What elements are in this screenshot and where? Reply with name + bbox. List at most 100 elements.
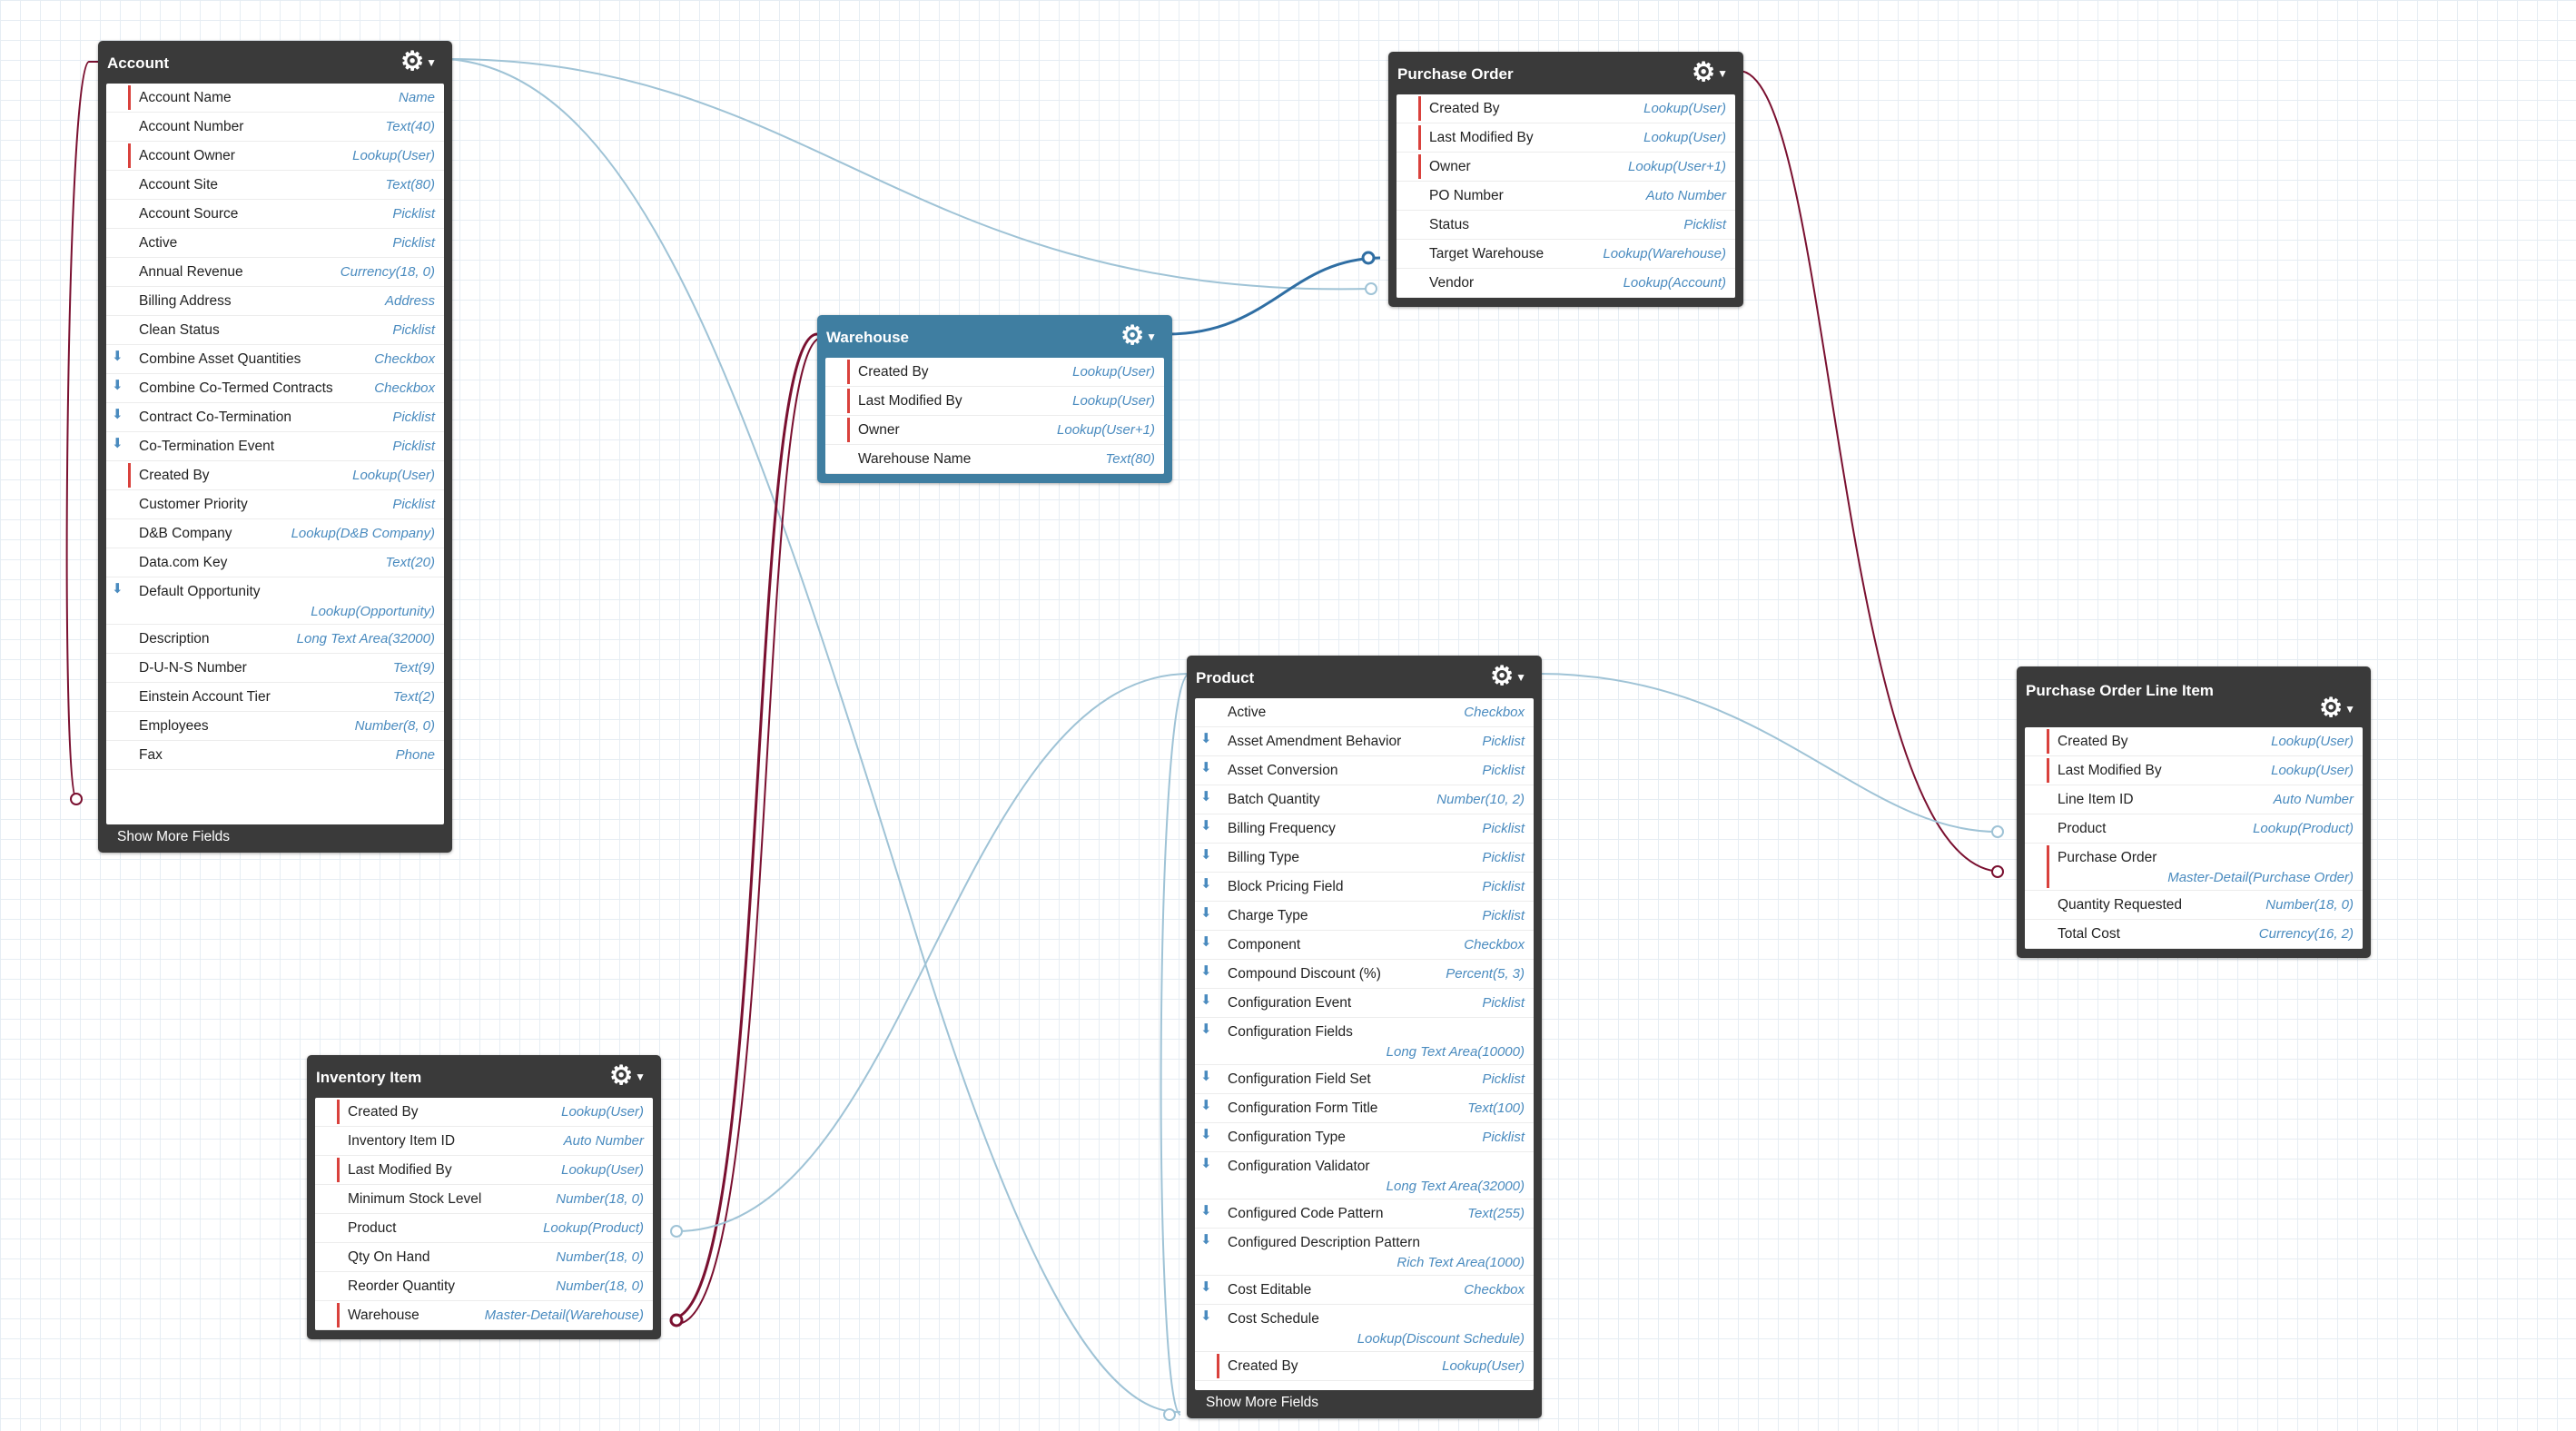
object-card-inventory-item[interactable]: Inventory Item ⚙ ▼ Created By Lookup(User)… <box>307 1055 661 1339</box>
field-row[interactable]: ⬇ Combine Co-Termed Contracts Checkbox <box>106 374 444 403</box>
field-row[interactable]: Billing Address Address <box>106 287 444 316</box>
field-row[interactable]: ⬇ Co-Termination Event Picklist <box>106 432 444 461</box>
field-type: Text(40) <box>385 119 435 134</box>
field-type: Number(18, 0) <box>556 1249 644 1265</box>
field-row[interactable]: Created By Lookup(User) <box>106 461 444 490</box>
object-card-warehouse[interactable]: Warehouse ⚙ ▼ Created By Lookup(User) Last … <box>817 315 1172 483</box>
field-type: Auto Number <box>563 1133 644 1149</box>
field-row[interactable]: Description Long Text Area(32000) <box>106 625 444 654</box>
object-header[interactable]: Purchase Order ⚙ ▼ <box>1391 54 1741 94</box>
field-row[interactable]: Owner Lookup(User+1) <box>825 416 1164 445</box>
field-row[interactable]: Qty On Hand Number(18, 0) <box>315 1243 653 1272</box>
field-row[interactable]: Minimum Stock Level Number(18, 0) <box>315 1185 653 1214</box>
field-row[interactable]: ⬇ Combine Asset Quantities Checkbox <box>106 345 444 374</box>
field-row[interactable]: Quantity Requested Number(18, 0) <box>2025 891 2363 920</box>
field-row[interactable]: Created By Lookup(User) <box>1397 94 1735 123</box>
field-row[interactable]: ⬇ Billing Type Picklist <box>1195 844 1534 873</box>
field-row[interactable]: Created By Lookup(User) <box>315 1098 653 1127</box>
field-row[interactable]: Account Name Name <box>106 84 444 113</box>
field-row[interactable]: Line Item ID Auto Number <box>2025 785 2363 814</box>
field-row[interactable]: Last Modified By Lookup(User) <box>315 1156 653 1185</box>
field-row[interactable]: ⬇ Configuration Form Title Text(100) <box>1195 1094 1534 1123</box>
field-row[interactable]: Last Modified By Lookup(User) <box>1397 123 1735 153</box>
field-row[interactable]: Product Lookup(Product) <box>2025 814 2363 844</box>
field-row[interactable]: ⬇ Asset Conversion Picklist <box>1195 756 1534 785</box>
object-header[interactable]: Product ⚙ ▼ <box>1189 658 1539 698</box>
field-row[interactable]: Account Number Text(40) <box>106 113 444 142</box>
object-card-account[interactable]: Account ⚙ ▼ Account Name Name Account Numbe… <box>98 41 452 853</box>
managed-package-icon: ⬇ <box>1200 1156 1212 1171</box>
field-row[interactable]: Reorder Quantity Number(18, 0) <box>315 1272 653 1301</box>
gear-icon[interactable]: ⚙ ▼ <box>1490 663 1526 691</box>
field-row[interactable]: Account Source Picklist <box>106 200 444 229</box>
field-row[interactable]: Active Checkbox <box>1195 698 1534 727</box>
show-more-fields-button[interactable]: Show More Fields <box>101 824 449 850</box>
field-row[interactable]: Status Picklist <box>1397 211 1735 240</box>
gear-icon[interactable]: ⚙ ▼ <box>1692 59 1728 87</box>
field-row[interactable]: ⬇ Asset Amendment Behavior Picklist <box>1195 727 1534 756</box>
field-row[interactable]: Warehouse Master-Detail(Warehouse) <box>315 1301 653 1330</box>
field-row[interactable]: Account Site Text(80) <box>106 171 444 200</box>
field-row[interactable]: Employees Number(8, 0) <box>106 712 444 741</box>
field-row[interactable]: ⬇ Compound Discount (%) Percent(5, 3) <box>1195 960 1534 989</box>
field-row[interactable]: Vendor Lookup(Account) <box>1397 269 1735 298</box>
field-row[interactable]: Owner Lookup(User+1) <box>1397 153 1735 182</box>
field-row[interactable]: ⬇ Configuration Field Set Picklist <box>1195 1065 1534 1094</box>
managed-package-icon: ⬇ <box>1200 760 1212 775</box>
field-row[interactable]: ⬇ Configured Description Pattern Rich Text… <box>1195 1229 1534 1276</box>
object-header[interactable]: Warehouse ⚙ ▼ <box>820 318 1170 358</box>
field-type: Lookup(User+1) <box>1057 422 1155 438</box>
field-row[interactable]: Data.com Key Text(20) <box>106 548 444 577</box>
field-row[interactable]: Product Lookup(Product) <box>315 1214 653 1243</box>
object-header[interactable]: Inventory Item ⚙ ▼ <box>310 1058 658 1098</box>
gear-icon[interactable]: ⚙ ▼ <box>609 1062 646 1091</box>
field-row[interactable]: Warehouse Name Text(80) <box>825 445 1164 474</box>
field-row[interactable]: Created By Lookup(User) <box>2025 727 2363 756</box>
field-row[interactable]: ⬇ Cost Editable Checkbox <box>1195 1276 1534 1305</box>
field-row[interactable]: D-U-N-S Number Text(9) <box>106 654 444 683</box>
gear-icon[interactable]: ⚙ ▼ <box>2319 695 2355 723</box>
field-row[interactable]: ⬇ Contract Co-Termination Picklist <box>106 403 444 432</box>
field-row[interactable]: ⬇ Block Pricing Field Picklist <box>1195 873 1534 902</box>
field-row[interactable]: ⬇ Configuration Event Picklist <box>1195 989 1534 1018</box>
field-row[interactable]: ⬇ Configuration Type Picklist <box>1195 1123 1534 1152</box>
field-row[interactable]: Last Modified By Lookup(User) <box>2025 756 2363 785</box>
field-row[interactable]: ⬇ Batch Quantity Number(10, 2) <box>1195 785 1534 814</box>
object-card-purchase-order[interactable]: Purchase Order ⚙ ▼ Created By Lookup(User)… <box>1388 52 1743 307</box>
object-header[interactable]: Purchase Order Line Item ⚙ ▼ <box>2019 669 2368 727</box>
field-type: Lookup(User) <box>352 148 435 163</box>
field-row[interactable]: ⬇ Configured Code Pattern Text(255) <box>1195 1199 1534 1229</box>
field-row[interactable]: PO Number Auto Number <box>1397 182 1735 211</box>
field-row[interactable]: Annual Revenue Currency(18, 0) <box>106 258 444 287</box>
field-row[interactable]: ⬇ Billing Frequency Picklist <box>1195 814 1534 844</box>
gear-icon[interactable]: ⚙ ▼ <box>400 48 437 76</box>
field-row[interactable]: ⬇ Default Opportunity Lookup(Opportunity) <box>106 577 444 625</box>
field-row[interactable]: ⬇ Component Checkbox <box>1195 931 1534 960</box>
field-type: Lookup(User) <box>1643 130 1726 145</box>
field-row[interactable]: Active Picklist <box>106 229 444 258</box>
object-header[interactable]: Account ⚙ ▼ <box>101 44 449 84</box>
object-card-purchase-order-line-item[interactable]: Purchase Order Line Item ⚙ ▼ Created By Lo… <box>2017 666 2371 958</box>
field-row[interactable]: ⬇ Configuration Validator Long Text Area(3… <box>1195 1152 1534 1199</box>
field-row[interactable]: Target Warehouse Lookup(Warehouse) <box>1397 240 1735 269</box>
field-row[interactable]: Purchase Order Master-Detail(Purchase Ord… <box>2025 844 2363 891</box>
field-row[interactable]: Einstein Account Tier Text(2) <box>106 683 444 712</box>
field-row[interactable]: D&B Company Lookup(D&B Company) <box>106 519 444 548</box>
field-type: Rich Text Area(1000) <box>1397 1255 1525 1270</box>
field-row[interactable]: Fax Phone <box>106 741 444 770</box>
field-row[interactable]: Clean Status Picklist <box>106 316 444 345</box>
gear-icon[interactable]: ⚙ ▼ <box>1120 322 1157 350</box>
field-row[interactable]: Account Owner Lookup(User) <box>106 142 444 171</box>
field-row[interactable]: Last Modified By Lookup(User) <box>825 387 1164 416</box>
field-row[interactable]: Total Cost Currency(16, 2) <box>2025 920 2363 949</box>
field-row[interactable]: Created By Lookup(User) <box>1195 1352 1534 1381</box>
field-row[interactable]: ⬇ Cost Schedule Lookup(Discount Schedule) <box>1195 1305 1534 1352</box>
field-row[interactable]: Inventory Item ID Auto Number <box>315 1127 653 1156</box>
show-more-fields-button[interactable]: Show More Fields <box>1189 1390 1539 1416</box>
field-row[interactable]: Created By Lookup(User) <box>825 358 1164 387</box>
field-name: Created By <box>858 364 929 380</box>
object-card-product[interactable]: Product ⚙ ▼ Active Checkbox ⬇ Asset Amendmen… <box>1187 656 1542 1418</box>
field-row[interactable]: ⬇ Configuration Fields Long Text Area(1000… <box>1195 1018 1534 1065</box>
field-row[interactable]: Customer Priority Picklist <box>106 490 444 519</box>
field-row[interactable]: ⬇ Charge Type Picklist <box>1195 902 1534 931</box>
